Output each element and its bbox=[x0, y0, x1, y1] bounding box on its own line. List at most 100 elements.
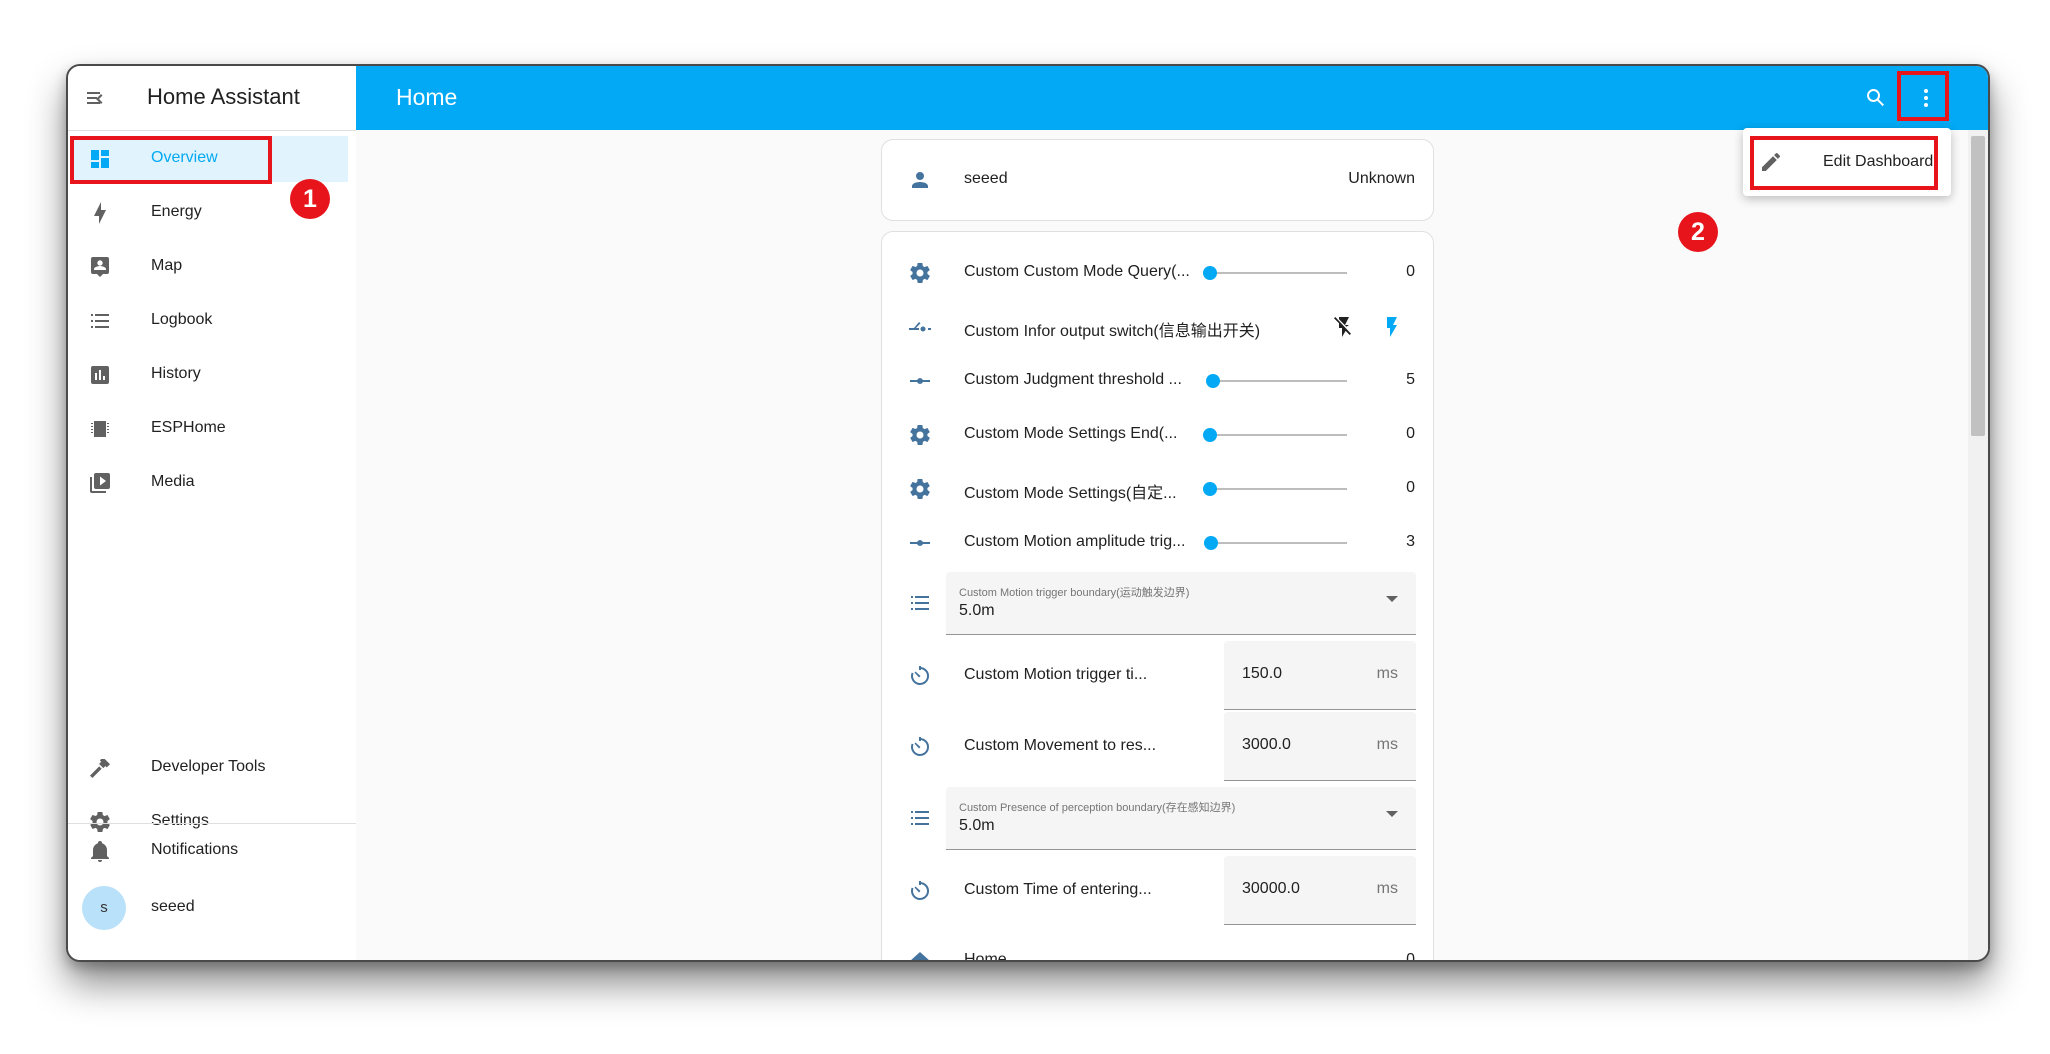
sidebar-item-label: History bbox=[151, 365, 201, 382]
entity-name[interactable]: Custom Infor output switch(信息输出开关) bbox=[964, 317, 1260, 341]
entity-name[interactable]: Custom Motion trigger ti... bbox=[964, 666, 1147, 684]
timer-icon bbox=[911, 666, 929, 685]
entity-name[interactable]: Custom Movement to res... bbox=[964, 737, 1156, 755]
scrollbar-thumb[interactable] bbox=[1971, 136, 1985, 436]
sidebar-item-label: Overview bbox=[151, 149, 218, 166]
slider-knob[interactable] bbox=[1204, 536, 1219, 550]
entity-slider[interactable] bbox=[1203, 266, 1347, 280]
entity-name[interactable]: Custom Motion amplitude trig... bbox=[964, 533, 1185, 551]
sidebar-item-map[interactable]: Map bbox=[72, 244, 348, 290]
avatar: s bbox=[82, 886, 126, 930]
select-motion-trigger-boundary[interactable]: Custom Motion trigger boundary(运动触发边界) 5… bbox=[946, 572, 1416, 635]
entity-row: Custom Infor output switch(信息输出开关) bbox=[882, 300, 1433, 354]
search-icon[interactable] bbox=[1864, 86, 1888, 110]
timer-icon bbox=[911, 881, 929, 900]
sidebar-item-overview[interactable]: Overview bbox=[72, 136, 348, 182]
number-value: 30000.0 bbox=[1242, 880, 1300, 897]
entity-row: Custom Movement to res... 3000.0 ms bbox=[882, 712, 1433, 781]
number-input[interactable]: 150.0 ms bbox=[1224, 641, 1416, 710]
toggle-switch-icon bbox=[909, 322, 931, 332]
number-unit: ms bbox=[1376, 880, 1398, 897]
account-box-icon bbox=[91, 257, 109, 277]
flash-off-icon[interactable] bbox=[1332, 315, 1356, 339]
sidebar-item-developer-tools[interactable]: Developer Tools bbox=[72, 745, 348, 791]
sidebar-header: Home Assistant bbox=[68, 66, 356, 131]
entity-row: Custom Custom Mode Query(... 0 bbox=[882, 246, 1433, 300]
sidebar-item-label: Logbook bbox=[151, 311, 213, 328]
entity-name[interactable]: Custom Custom Mode Query(... bbox=[964, 263, 1190, 281]
slider-knob[interactable] bbox=[1203, 428, 1217, 442]
sidebar-item-logbook[interactable]: Logbook bbox=[72, 298, 348, 344]
person-state: Unknown bbox=[1348, 170, 1415, 187]
sidebar-item-esphome[interactable]: ESPHome bbox=[72, 406, 348, 452]
select-value: 5.0m bbox=[959, 602, 995, 619]
number-unit: ms bbox=[1376, 665, 1398, 682]
sidebar-item-label: Media bbox=[151, 473, 195, 490]
person-row[interactable]: seeed Unknown bbox=[882, 153, 1433, 207]
step-badge-2: 2 bbox=[1678, 212, 1718, 252]
sidebar-item-media[interactable]: Media bbox=[72, 460, 348, 506]
number-value: 150.0 bbox=[1242, 665, 1283, 682]
scrollbar[interactable] bbox=[1968, 130, 1988, 960]
timer-icon bbox=[911, 737, 929, 756]
entity-slider[interactable] bbox=[1203, 428, 1347, 442]
person-name: seeed bbox=[964, 170, 1008, 187]
account-icon bbox=[912, 172, 928, 188]
sidebar-item-label: Energy bbox=[151, 203, 202, 220]
number-input[interactable]: 30000.0 ms bbox=[1224, 856, 1416, 925]
person-card[interactable]: seeed Unknown bbox=[881, 139, 1434, 221]
page-title: Home bbox=[396, 84, 458, 110]
chart-box-icon bbox=[91, 366, 109, 384]
entity-value: 0 bbox=[1406, 951, 1415, 960]
sidebar-item-history[interactable]: History bbox=[72, 352, 348, 398]
entity-row: Custom Motion trigger ti... 150.0 ms bbox=[882, 641, 1433, 710]
entity-name[interactable]: Custom Mode Settings End(... bbox=[964, 425, 1177, 443]
entity-row: Custom Mode Settings End(... 0 bbox=[882, 408, 1433, 462]
entity-slider[interactable] bbox=[1204, 536, 1347, 550]
sidebar-item-notifications[interactable]: Notifications bbox=[72, 828, 348, 874]
entity-name[interactable]: Home bbox=[964, 951, 1007, 960]
entity-value: 0 bbox=[1406, 263, 1415, 280]
slider-knob[interactable] bbox=[1203, 266, 1217, 280]
top-app-bar: Home bbox=[356, 66, 1988, 130]
edit-dashboard-label: Edit Dashboard bbox=[1823, 153, 1934, 170]
entity-row: Custom Judgment threshold ... 5 bbox=[882, 354, 1433, 408]
view-dashboard-icon bbox=[91, 150, 109, 168]
overflow-menu: Edit Dashboard bbox=[1743, 128, 1951, 196]
play-box-multiple-icon bbox=[90, 473, 110, 493]
format-list-bulleted-icon bbox=[911, 596, 929, 610]
app-title: Home Assistant bbox=[147, 84, 300, 109]
entity-name[interactable]: Custom Judgment threshold ... bbox=[964, 371, 1182, 389]
entity-row: Custom Motion trigger boundary(运动触发边界) 5… bbox=[882, 570, 1433, 636]
select-presence-perception-boundary[interactable]: Custom Presence of perception boundary(存… bbox=[946, 787, 1416, 850]
dots-vertical-icon[interactable] bbox=[1914, 86, 1938, 110]
sidebar-item-user[interactable]: s seeed bbox=[72, 882, 348, 934]
sidebar-item-label: Map bbox=[151, 257, 183, 274]
entity-row: Custom Time of entering... 30000.0 ms bbox=[882, 856, 1433, 925]
entity-row: Home 0 bbox=[882, 934, 1433, 960]
number-input[interactable]: 3000.0 ms bbox=[1224, 712, 1416, 781]
entity-value: 0 bbox=[1406, 425, 1415, 442]
home-icon bbox=[911, 952, 929, 960]
app-window: Home Assistant Overview Energy Map Logbo… bbox=[66, 64, 1990, 962]
edit-dashboard-menu-item[interactable]: Edit Dashboard bbox=[1743, 136, 1951, 188]
entity-row: Custom Motion amplitude trig... 3 bbox=[882, 516, 1433, 570]
flash-icon[interactable] bbox=[1380, 315, 1404, 339]
number-value: 3000.0 bbox=[1242, 736, 1291, 753]
cog-icon bbox=[910, 479, 930, 499]
entity-value: 3 bbox=[1406, 533, 1415, 550]
menu-collapse-icon[interactable] bbox=[84, 86, 108, 110]
format-list-bulleted-icon bbox=[91, 314, 109, 328]
sidebar-divider bbox=[68, 823, 356, 824]
select-label: Custom Presence of perception boundary(存… bbox=[959, 802, 1236, 814]
sidebar-item-label: Developer Tools bbox=[151, 758, 266, 775]
slider-knob[interactable] bbox=[1203, 482, 1217, 496]
entity-slider[interactable] bbox=[1205, 374, 1347, 388]
sidebar-item-label: ESPHome bbox=[151, 419, 226, 436]
chip-icon bbox=[91, 421, 109, 437]
entity-name[interactable]: Custom Time of entering... bbox=[964, 881, 1152, 899]
entity-name[interactable]: Custom Mode Settings(自定... bbox=[964, 479, 1177, 503]
cog-icon bbox=[910, 425, 930, 445]
slider-knob[interactable] bbox=[1205, 374, 1220, 388]
entity-slider[interactable] bbox=[1203, 482, 1347, 496]
